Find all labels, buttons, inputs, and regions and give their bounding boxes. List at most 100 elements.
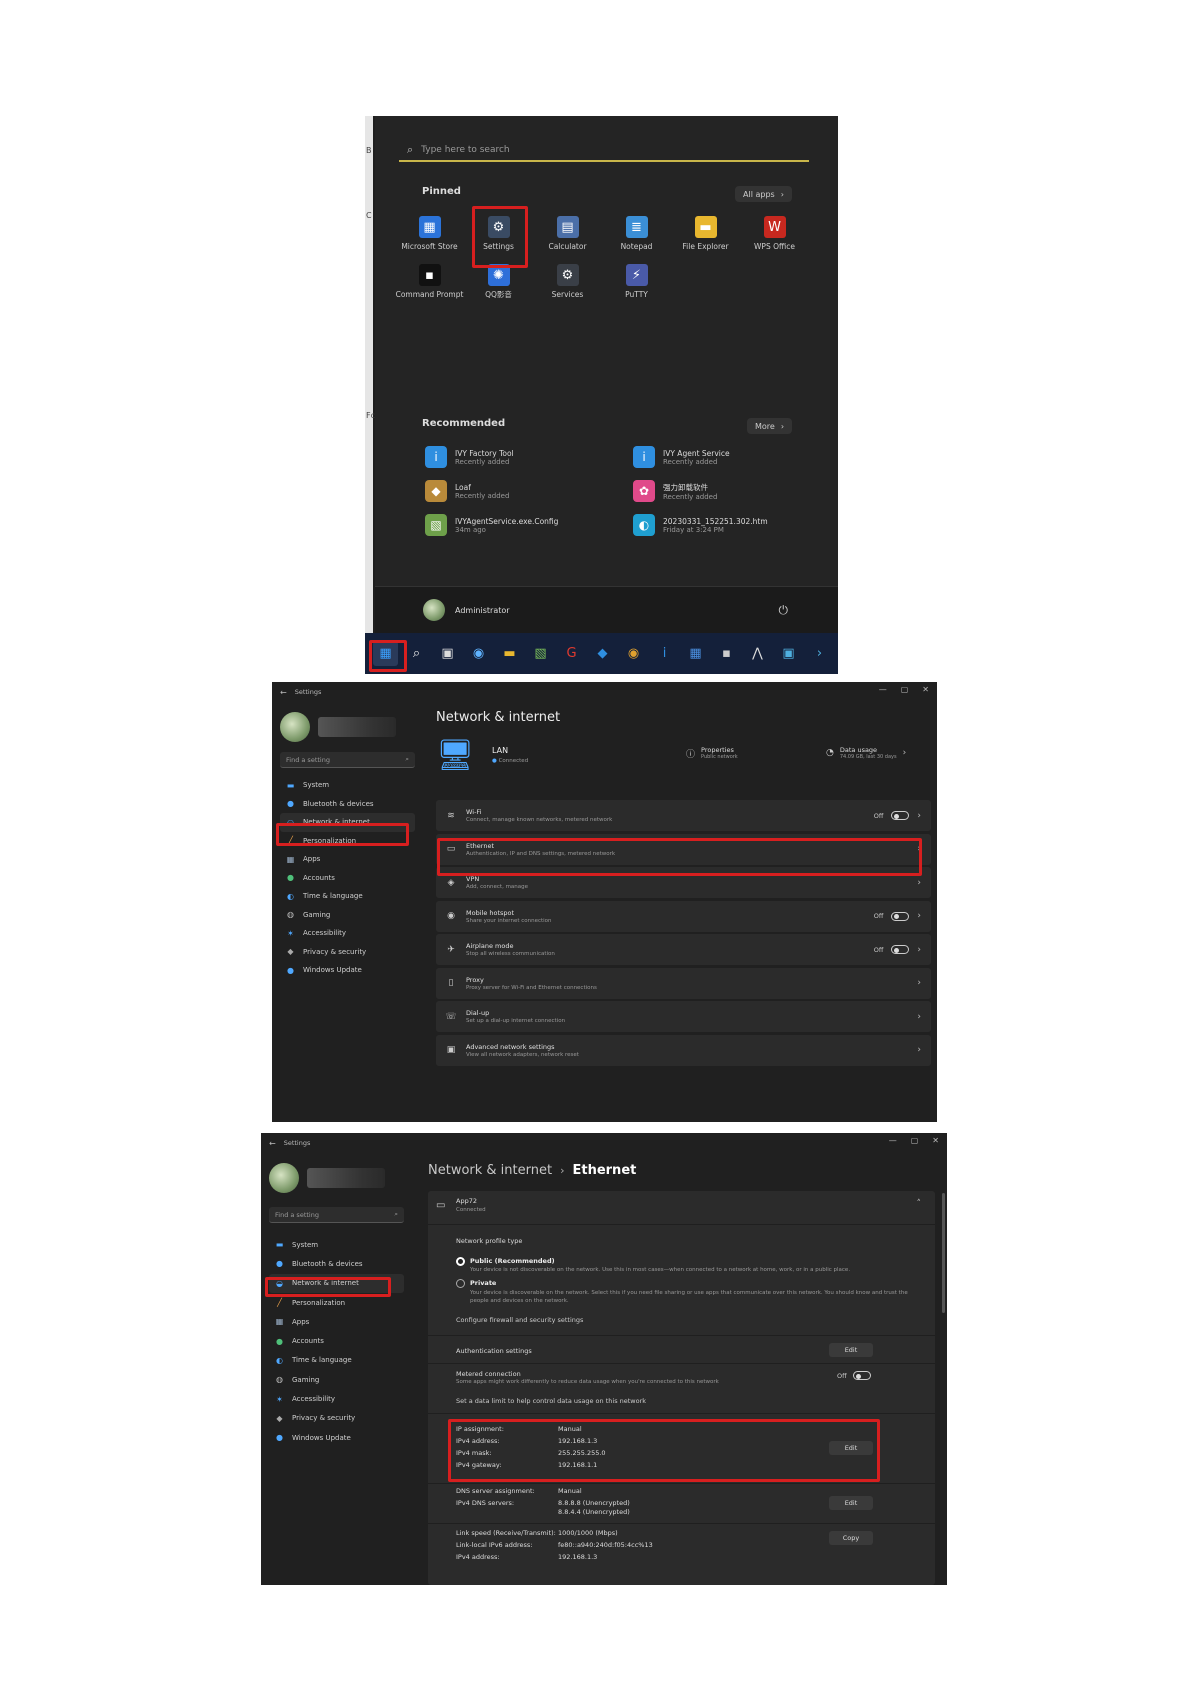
task-view-icon[interactable]: ▣: [435, 641, 460, 666]
more-icon[interactable]: ›: [807, 641, 832, 666]
properties-title: Properties: [701, 746, 734, 754]
pinned-app[interactable]: ✺ QQ影音: [464, 264, 533, 300]
widgets-icon[interactable]: ◉: [466, 641, 491, 666]
back-arrow-icon[interactable]: ←: [280, 688, 287, 697]
pinned-app[interactable]: ⚙ Services: [533, 264, 602, 300]
more-button[interactable]: More ›: [747, 418, 793, 434]
sidebar-item[interactable]: ◆ Privacy & security: [280, 943, 415, 962]
row-controls: ›: [917, 1012, 921, 1022]
file-explorer-icon[interactable]: ▬: [497, 641, 522, 666]
services-gear-icon: ⚙: [556, 264, 579, 286]
find-setting-input[interactable]: Find a setting ⌕: [280, 752, 415, 768]
network-settings-row[interactable]: ✈ Airplane mode Stop all wireless communic…: [436, 934, 931, 965]
edge-label: C: [366, 211, 372, 220]
maximize-icon[interactable]: ▢: [901, 685, 909, 694]
network-settings-row[interactable]: ◉ Mobile hotspot Share your internet conne…: [436, 900, 931, 932]
edge-label: B: [366, 146, 372, 155]
pinned-app[interactable]: ≣ Notepad: [602, 216, 671, 252]
app-monitor-icon[interactable]: ▣: [776, 641, 801, 666]
sidebar-item[interactable]: ▬ System: [280, 776, 415, 795]
sidebar-item[interactable]: ● Windows Update: [269, 1428, 404, 1447]
sidebar-item[interactable]: ● Bluetooth & devices: [280, 795, 415, 814]
pinned-app[interactable]: W WPS Office: [740, 216, 809, 252]
close-icon[interactable]: ✕: [932, 1136, 939, 1145]
sidebar-item[interactable]: ● Accounts: [269, 1331, 404, 1350]
properties-link[interactable]: ⓘ Properties Public network: [686, 746, 738, 760]
chevron-right-icon: ›: [780, 189, 784, 199]
radio-selected-icon: [456, 1257, 465, 1266]
scrollbar[interactable]: [942, 1193, 945, 1313]
data-limit-link[interactable]: Set a data limit to help control data us…: [456, 1397, 646, 1405]
user-name[interactable]: Administrator: [455, 606, 510, 615]
app-red-icon[interactable]: G: [559, 641, 584, 666]
recommended-item[interactable]: ◐ 20230331_152251.302.htm Friday at 3:24 P…: [633, 514, 803, 536]
network-settings-row[interactable]: ≋ Wi-Fi Connect, manage known networks, me…: [436, 800, 931, 831]
terminal-icon[interactable]: ▪: [714, 641, 739, 666]
network-settings-row[interactable]: ▣ Advanced network settings View all netwo…: [436, 1034, 931, 1066]
firewall-link[interactable]: Configure firewall and security settings: [456, 1316, 583, 1324]
search-placeholder: Type here to search: [421, 145, 510, 155]
avatar[interactable]: [423, 599, 445, 621]
app-grid-icon[interactable]: ▦: [683, 641, 708, 666]
sidebar-item[interactable]: ● Accounts: [280, 869, 415, 888]
minimize-icon[interactable]: —: [889, 1136, 897, 1145]
recommended-title: IVYAgentService.exe.Config: [455, 516, 559, 526]
start-search-box[interactable]: ⌕ Type here to search: [399, 140, 809, 162]
app-tool-icon[interactable]: ⋀: [745, 641, 770, 666]
profile-card[interactable]: [280, 710, 415, 744]
dns-edit-button[interactable]: Edit: [829, 1496, 873, 1510]
minimize-icon[interactable]: —: [879, 685, 887, 694]
sidebar-item[interactable]: ◐ Time & language: [269, 1351, 404, 1370]
notepad-icon[interactable]: ▧: [528, 641, 553, 666]
pinned-app[interactable]: ▤ Calculator: [533, 216, 602, 252]
sidebar-item[interactable]: ● Bluetooth & devices: [269, 1254, 404, 1273]
copy-button[interactable]: Copy: [829, 1531, 873, 1545]
window-title: Settings: [294, 688, 322, 696]
info-app-icon[interactable]: i: [652, 641, 677, 666]
all-apps-button[interactable]: All apps ›: [735, 186, 792, 202]
data-usage-link[interactable]: ◔ Data usage 74.09 GB, last 30 days ›: [826, 746, 906, 760]
sidebar-item[interactable]: ▬ System: [269, 1235, 404, 1254]
sidebar-item[interactable]: ▦ Apps: [280, 850, 415, 869]
airplane-icon: ✈: [447, 944, 455, 955]
sidebar-item[interactable]: ◍ Gaming: [280, 906, 415, 925]
sidebar-item[interactable]: ◍ Gaming: [269, 1370, 404, 1389]
adapter-header[interactable]: ▭ App72 Connected ˄: [428, 1191, 935, 1225]
recommended-item[interactable]: i IVY Agent Service Recently added: [633, 446, 803, 468]
recommended-item[interactable]: ◆ Loaf Recently added: [425, 480, 633, 502]
toggle-switch-icon[interactable]: [891, 911, 910, 921]
metered-toggle[interactable]: Off: [837, 1371, 871, 1380]
power-icon[interactable]: ⏻: [779, 603, 789, 618]
sidebar-item[interactable]: ● Windows Update: [280, 961, 415, 980]
close-icon[interactable]: ✕: [922, 685, 929, 694]
recommended-item[interactable]: i IVY Factory Tool Recently added: [425, 446, 633, 468]
sidebar-item[interactable]: ◆ Privacy & security: [269, 1409, 404, 1428]
chevron-right-icon: ›: [917, 1011, 921, 1022]
breadcrumb-parent[interactable]: Network & internet: [428, 1163, 552, 1178]
chrome-icon[interactable]: ◉: [621, 641, 646, 666]
toggle-switch-icon[interactable]: [891, 811, 910, 820]
maximize-icon[interactable]: ▢: [911, 1136, 919, 1145]
network-settings-row[interactable]: ▯ Proxy Proxy server for Wi-Fi and Etherne…: [436, 967, 931, 999]
sidebar-item[interactable]: ▦ Apps: [269, 1312, 404, 1331]
network-settings-row[interactable]: ☏ Dial-up Set up a dial-up internet connec…: [436, 1001, 931, 1032]
toggle-switch-icon[interactable]: [891, 945, 910, 954]
pinned-app[interactable]: ▪ Command Prompt: [395, 264, 464, 300]
pinned-app[interactable]: ⚡ PuTTY: [602, 264, 671, 300]
sidebar-item[interactable]: ✶ Accessibility: [269, 1389, 404, 1408]
sidebar-item[interactable]: ✶ Accessibility: [280, 924, 415, 943]
background-window-edge: B C Fc: [365, 116, 375, 674]
search-icon[interactable]: ⌕: [404, 641, 429, 666]
recommended-item[interactable]: ✿ 强力卸载软件 Recently added: [633, 480, 803, 502]
profile-card[interactable]: [269, 1161, 404, 1195]
app-blue-icon[interactable]: ◆: [590, 641, 615, 666]
pinned-app[interactable]: ▦ Microsoft Store: [395, 216, 464, 252]
chevron-up-icon[interactable]: ˄: [917, 1199, 922, 1209]
find-setting-input[interactable]: Find a setting ⌕: [269, 1207, 404, 1223]
back-arrow-icon[interactable]: ←: [269, 1139, 276, 1148]
sidebar-item[interactable]: ◐ Time & language: [280, 887, 415, 906]
auth-edit-button[interactable]: Edit: [829, 1343, 873, 1357]
recommended-item[interactable]: ▧ IVYAgentService.exe.Config 34m ago: [425, 514, 633, 536]
page-title: Network & internet: [436, 710, 561, 725]
pinned-app[interactable]: ▬ File Explorer: [671, 216, 740, 252]
